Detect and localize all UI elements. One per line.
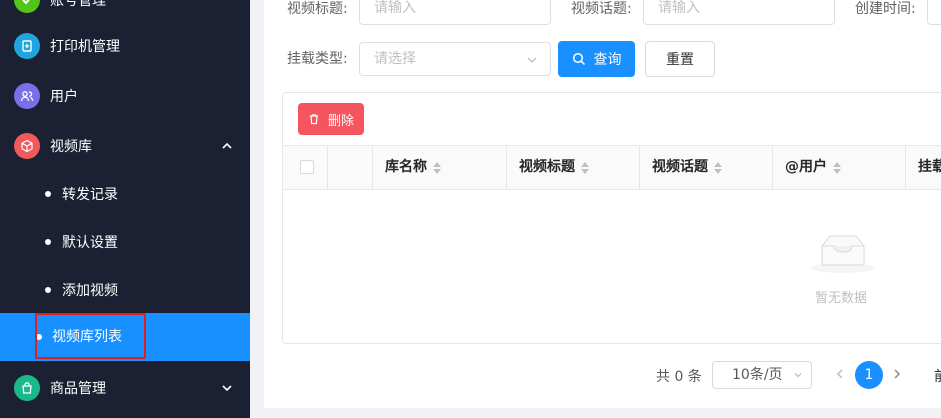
search-icon — [572, 52, 585, 66]
sidebar-item-products[interactable]: 商品管理 — [0, 364, 250, 412]
sidebar-subitem-label: 默认设置 — [62, 235, 118, 251]
mount-type-label: 挂载类型: — [287, 51, 348, 67]
bullet-icon — [45, 239, 51, 245]
sidebar-subitem-add-video[interactable]: 添加视频 — [0, 266, 250, 314]
column-label: 挂载 — [918, 159, 941, 175]
bullet-icon — [36, 334, 42, 340]
cube-icon — [14, 133, 40, 159]
search-button[interactable]: 查询 — [558, 41, 635, 77]
mount-type-placeholder: 请选择 — [374, 51, 416, 67]
users-icon — [14, 83, 40, 109]
next-page-icon[interactable] — [891, 368, 903, 380]
table-header: 库名称 视频标题 视频话题 @用户 挂载 — [283, 145, 941, 190]
page-size-value: 10条/页 — [732, 367, 783, 383]
column-label: 视频话题 — [652, 159, 708, 175]
sidebar-item-label: 账号管理 — [50, 0, 106, 9]
sidebar: 账号管理 打印机管理 用户 视频库 转发记录 默认设置 添加视频 视频库列表 商… — [0, 0, 250, 418]
sidebar-item-label: 视频库 — [50, 139, 92, 155]
video-title-input[interactable]: 请输入 — [359, 0, 551, 25]
prev-page-icon[interactable] — [834, 368, 846, 380]
table-container — [282, 92, 941, 344]
empty-text: 暂无数据 — [815, 291, 868, 306]
chevron-down-icon — [527, 57, 537, 63]
sidebar-subitem-default-settings[interactable]: 默认设置 — [0, 218, 250, 266]
sidebar-subitem-label: 视频库列表 — [52, 329, 122, 345]
video-topic-label: 视频话题: — [571, 1, 632, 17]
video-title-label: 视频标题: — [287, 1, 348, 17]
video-topic-input[interactable]: 请输入 — [643, 0, 835, 25]
sidebar-item-label: 商品管理 — [50, 381, 106, 397]
delete-button-label: 删除 — [327, 113, 354, 129]
trash-icon — [309, 114, 318, 125]
select-all-checkbox[interactable] — [300, 160, 314, 174]
sidebar-item-label: 用户 — [50, 89, 78, 105]
sort-icon[interactable] — [581, 161, 589, 174]
partial-icon — [14, 0, 40, 13]
column-video-topic[interactable]: 视频话题 — [640, 146, 773, 189]
page-size-select[interactable]: 10条/页 — [712, 361, 812, 389]
sidebar-item-users[interactable]: 用户 — [0, 72, 250, 120]
created-time-label: 创建时间: — [855, 1, 916, 17]
sidebar-item-account[interactable]: 账号管理 — [0, 0, 250, 24]
reset-button[interactable]: 重置 — [645, 41, 715, 77]
pagination-jump-label: 前 — [934, 366, 941, 386]
delete-button[interactable]: 删除 — [298, 103, 364, 135]
sort-icon[interactable] — [833, 161, 841, 174]
column-mount[interactable]: 挂载 — [906, 146, 941, 189]
select-all-cell — [283, 146, 328, 189]
column-at-user[interactable]: @用户 — [773, 146, 906, 189]
column-video-title[interactable]: 视频标题 — [507, 146, 640, 189]
chevron-up-icon[interactable] — [220, 139, 234, 153]
mount-type-select[interactable]: 请选择 — [359, 42, 551, 76]
sidebar-subitem-label: 转发记录 — [62, 187, 118, 203]
blank-header-cell — [328, 146, 373, 189]
column-label: 视频标题 — [519, 159, 575, 175]
created-time-picker[interactable] — [927, 0, 941, 25]
pagination-current-page[interactable]: 1 — [855, 361, 883, 389]
sidebar-subitem-video-library-list[interactable] — [0, 313, 250, 361]
column-library-name[interactable]: 库名称 — [373, 146, 507, 189]
bullet-icon — [45, 287, 51, 293]
chevron-down-icon[interactable] — [220, 381, 234, 395]
sidebar-item-label: 打印机管理 — [50, 39, 120, 55]
empty-box-icon — [811, 235, 875, 273]
sidebar-item-video-library[interactable]: 视频库 — [0, 122, 250, 170]
sort-icon[interactable] — [433, 161, 441, 174]
shop-bag-icon — [14, 375, 40, 401]
sort-icon[interactable] — [714, 161, 722, 174]
chevron-down-icon — [794, 373, 802, 378]
sidebar-item-printer[interactable]: 打印机管理 — [0, 22, 250, 70]
search-button-label: 查询 — [593, 52, 622, 68]
pagination-total: 共 0 条 — [656, 369, 702, 385]
reset-button-label: 重置 — [666, 52, 694, 68]
column-label: 库名称 — [385, 159, 427, 175]
sidebar-subitem-label: 添加视频 — [62, 283, 118, 299]
sidebar-subitem-forward-records[interactable]: 转发记录 — [0, 170, 250, 218]
printer-file-icon — [14, 33, 40, 59]
bullet-icon — [45, 191, 51, 197]
column-label: @用户 — [785, 159, 827, 175]
